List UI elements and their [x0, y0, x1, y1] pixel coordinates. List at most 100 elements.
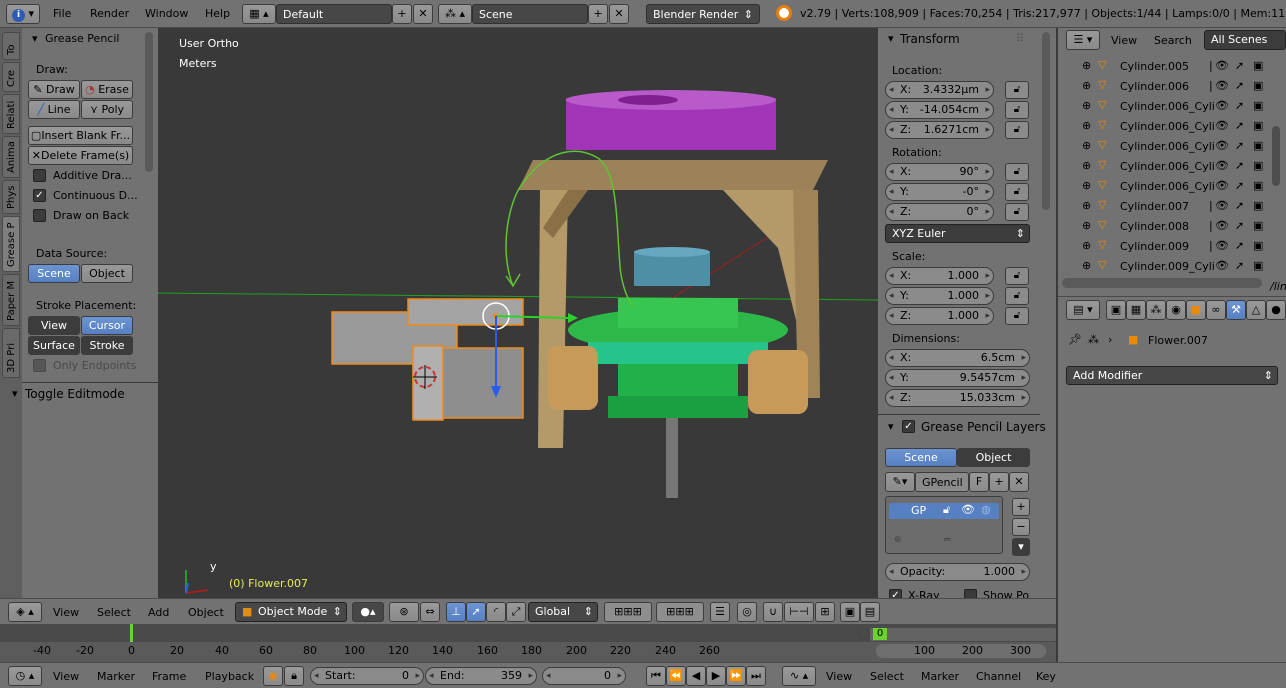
- list-item[interactable]: ⊕ ▽ Cylinder.007 | 👁︎ ➚ ▣: [1058, 196, 1272, 216]
- add-layer-button[interactable]: +: [1012, 498, 1030, 516]
- jump-start-button[interactable]: ⏮: [646, 666, 666, 686]
- jump-end-button[interactable]: ⏭: [746, 666, 766, 686]
- timeline-menu-marker[interactable]: Marker: [97, 670, 135, 683]
- snap-toggle[interactable]: ∪: [763, 602, 783, 622]
- shading-select[interactable]: ●▴: [352, 602, 384, 622]
- lock-rotation-x[interactable]: 🔓︎: [1005, 163, 1029, 181]
- onion-skin-icon[interactable]: ◍: [981, 503, 991, 516]
- delete-scene-button[interactable]: ✕: [609, 4, 629, 24]
- draw-on-back-checkbox[interactable]: [33, 209, 46, 222]
- lock-scale-x[interactable]: 🔓︎: [1005, 267, 1029, 285]
- remove-layer-button[interactable]: −: [1012, 518, 1030, 536]
- data-source-scene-button[interactable]: Scene: [28, 264, 80, 283]
- tab-object[interactable]: ■: [1186, 300, 1206, 320]
- list-item[interactable]: ⊕ ▽ Cylinder.008 | 👁︎ ➚ ▣: [1058, 216, 1272, 236]
- add-scene-button[interactable]: +: [588, 4, 608, 24]
- lock-scale-y[interactable]: 🔓︎: [1005, 287, 1029, 305]
- dimension-z-field[interactable]: Z:15.033cm: [885, 389, 1030, 407]
- graph-menu-key[interactable]: Key: [1036, 670, 1056, 683]
- render-view-button[interactable]: ▣: [840, 602, 860, 622]
- lock-rotation-y[interactable]: 🔓︎: [1005, 183, 1029, 201]
- tab-render[interactable]: ▣: [1106, 300, 1126, 320]
- placement-surface-button[interactable]: Surface: [28, 336, 80, 355]
- graph-current-frame[interactable]: 0: [873, 628, 887, 640]
- menu-select[interactable]: Select: [97, 606, 131, 619]
- timeline-menu-view[interactable]: View: [53, 670, 79, 683]
- layer-buttons-b[interactable]: ⊞⊞⊞: [656, 602, 704, 622]
- timeline-editor-button[interactable]: ◷ ▴: [8, 666, 42, 686]
- scrollbar[interactable]: [1042, 32, 1050, 210]
- dimension-y-field[interactable]: Y:9.5457cm: [885, 369, 1030, 387]
- scale-x-field[interactable]: X:1.000: [885, 267, 994, 285]
- menu-help[interactable]: Help: [205, 7, 230, 20]
- outliner-menu-view[interactable]: View: [1111, 34, 1137, 47]
- tab-data[interactable]: △: [1246, 300, 1266, 320]
- outliner-hscrollbar[interactable]: [1062, 278, 1262, 288]
- continuous-drawing-checkbox[interactable]: ✓: [33, 189, 46, 202]
- opacity-slider[interactable]: Opacity:1.000: [885, 563, 1030, 581]
- collapse-triangle-icon[interactable]: ▾: [12, 387, 18, 400]
- layer-buttons-a[interactable]: ⊞⊞⊞: [604, 602, 652, 622]
- new-gpencil-button[interactable]: +: [989, 472, 1009, 492]
- layer-menu-button[interactable]: ▾: [1012, 538, 1030, 556]
- list-item[interactable]: ⊕ ▽ Cylinder.006_Cyli 👁︎ ➚ ▣: [1058, 136, 1272, 156]
- jump-keyframe-forward-button[interactable]: ⏩: [726, 666, 746, 686]
- list-item[interactable]: ⊕ ▽ Cylinder.006_Cyli 👁︎ ➚ ▣: [1058, 156, 1272, 176]
- tab-render-layers[interactable]: ▦: [1126, 300, 1146, 320]
- menu-add[interactable]: Add: [148, 606, 169, 619]
- gp-layer-name[interactable]: GP: [911, 504, 926, 517]
- delete-layout-button[interactable]: ✕: [413, 4, 433, 24]
- scene-name-field[interactable]: Scene: [472, 4, 588, 24]
- pin-icon[interactable]: 📌︎: [1068, 333, 1082, 346]
- list-item[interactable]: ⊕ ▽ Cylinder.009_Cyli 👁︎ ➚ ▣: [1058, 256, 1272, 276]
- menu-file[interactable]: File: [53, 7, 71, 20]
- tab-world[interactable]: ◉: [1166, 300, 1186, 320]
- eye-icon[interactable]: 👁︎: [961, 503, 975, 516]
- grease-pencil-layers-checkbox[interactable]: ✓: [902, 420, 915, 433]
- delete-frames-button[interactable]: ✕Delete Frame(s): [28, 146, 133, 165]
- tab-physics[interactable]: Phys: [2, 180, 20, 214]
- gp-source-scene-button[interactable]: Scene: [885, 448, 957, 467]
- current-frame-line[interactable]: [130, 624, 133, 642]
- rotation-x-field[interactable]: X:90°: [885, 163, 994, 181]
- additive-drawing-checkbox[interactable]: [33, 169, 46, 182]
- list-item[interactable]: ⊕ ▽ Cylinder.006_Cyli 👁︎ ➚ ▣: [1058, 116, 1272, 136]
- play-button[interactable]: ▶: [706, 666, 726, 686]
- graph-menu-view[interactable]: View: [826, 670, 852, 683]
- end-frame-field[interactable]: End:359: [425, 667, 537, 685]
- 3d-viewport[interactable]: User Ortho Meters y (0) Flower.007: [158, 28, 878, 598]
- graph-menu-select[interactable]: Select: [870, 670, 904, 683]
- jump-keyframe-back-button[interactable]: ⏪: [666, 666, 686, 686]
- tab-scene[interactable]: ⁂: [1146, 300, 1166, 320]
- scene-selector[interactable]: ⁂ ▴: [438, 4, 472, 24]
- resize-grip-icon[interactable]: ═: [944, 533, 951, 546]
- transform-orientation-select[interactable]: Global ⇕: [528, 602, 598, 622]
- list-item[interactable]: ⊕ ▽ Cylinder.005 | 👁︎ ➚ ▣: [1058, 56, 1272, 76]
- list-item[interactable]: ⊕ ▽ Cylinder.006 | 👁︎ ➚ ▣: [1058, 76, 1272, 96]
- snap-target-button[interactable]: ⊞: [815, 602, 835, 622]
- translate-manipulator[interactable]: ➚: [466, 602, 486, 622]
- rotate-manipulator[interactable]: ◜: [486, 602, 506, 622]
- layer-lock-button[interactable]: ☰: [710, 602, 730, 622]
- timeline-menu-frame[interactable]: Frame: [152, 670, 186, 683]
- lock-range-button[interactable]: 🔒︎: [284, 666, 304, 686]
- poly-button[interactable]: ⋎ Poly: [81, 100, 133, 119]
- graph-menu-marker[interactable]: Marker: [921, 670, 959, 683]
- tab-modifiers[interactable]: ⚒: [1226, 300, 1246, 320]
- opengl-render-button[interactable]: ▤: [860, 602, 880, 622]
- timeline-track[interactable]: [0, 624, 776, 642]
- gpencil-name-field[interactable]: GPencil: [915, 472, 969, 492]
- tab-3d-print[interactable]: 3D Pri: [2, 328, 20, 378]
- scrollbar[interactable]: [145, 32, 153, 172]
- placement-view-button[interactable]: View: [28, 316, 80, 335]
- collapse-triangle-icon[interactable]: ▾: [888, 420, 894, 433]
- scale-manipulator[interactable]: ⤢: [506, 602, 526, 622]
- data-source-object-button[interactable]: Object: [81, 264, 133, 283]
- layout-name-field[interactable]: Default: [276, 4, 392, 24]
- drag-handle-icon[interactable]: ⠿: [1016, 32, 1024, 45]
- rotation-mode-select[interactable]: XYZ Euler ⇕: [885, 224, 1030, 243]
- keying-button[interactable]: ◉: [263, 666, 283, 686]
- toggle-editmode-panel[interactable]: Toggle Editmode: [25, 387, 125, 401]
- graph-editor[interactable]: ◯ 0 100 200 300: [776, 624, 1056, 662]
- scale-z-field[interactable]: Z:1.000: [885, 307, 994, 325]
